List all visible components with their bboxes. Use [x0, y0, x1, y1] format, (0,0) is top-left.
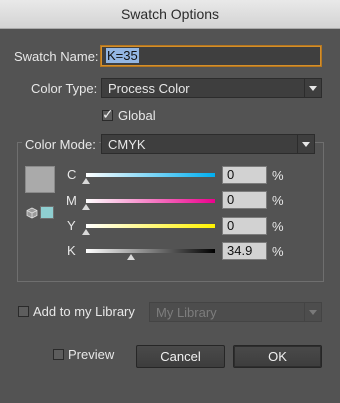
channel-c-slider-thumb[interactable] [82, 178, 90, 184]
channel-m-unit: % [272, 193, 284, 208]
channel-m-slider-track[interactable] [86, 199, 215, 203]
channel-y-slider-thumb[interactable] [82, 229, 90, 235]
swatch-name-input[interactable]: K=35 [101, 46, 321, 66]
preview-label: Preview [68, 347, 115, 362]
channel-y-label: Y [67, 218, 76, 233]
channel-c-slider-track[interactable] [86, 173, 215, 177]
checkmark-icon: ✓ [102, 106, 114, 122]
window-title: Swatch Options [0, 0, 340, 29]
channel-m-slider-thumb[interactable] [82, 204, 90, 210]
channel-m-label: M [66, 193, 77, 208]
channel-y-value[interactable]: 0 [222, 217, 267, 235]
ok-button[interactable]: OK [233, 345, 322, 368]
color-type-dropdown[interactable]: Process Color [101, 78, 322, 98]
color-mode-dropdown[interactable]: CMYK [101, 134, 315, 154]
channel-c-label: C [67, 167, 77, 182]
channel-y-slider-track[interactable] [86, 224, 215, 228]
color-type-label: Color Type: [31, 81, 98, 96]
color-type-value: Process Color [108, 80, 190, 96]
swatch-name-value: K=35 [106, 48, 139, 63]
color-mode-value: CMYK [108, 136, 146, 152]
add-to-library-checkbox[interactable] [18, 306, 29, 317]
channel-c-unit: % [272, 168, 284, 183]
cancel-button[interactable]: Cancel [136, 345, 225, 368]
channel-c-value[interactable]: 0 [222, 166, 267, 184]
channel-y-unit: % [272, 219, 284, 234]
library-dropdown[interactable]: My Library [149, 302, 322, 322]
channel-k-slider-thumb[interactable] [127, 254, 136, 260]
color-mode-group [17, 142, 324, 282]
swatch-name-label: Swatch Name: [14, 49, 99, 64]
channel-m-value[interactable]: 0 [222, 191, 267, 209]
out-of-gamut-cube-icon[interactable] [26, 207, 38, 219]
global-label: Global [118, 108, 156, 123]
channel-k-value[interactable]: 34.9 [222, 242, 267, 260]
channel-k-slider-track[interactable] [86, 249, 215, 253]
out-of-gamut-swatch[interactable] [40, 206, 54, 219]
chevron-down-icon [297, 135, 314, 153]
channel-k-unit: % [272, 244, 284, 259]
chevron-down-icon [304, 79, 321, 97]
library-dropdown-value: My Library [156, 304, 217, 320]
channel-k-label: K [67, 243, 76, 258]
color-mode-label: Color Mode: [22, 137, 99, 152]
add-to-library-label: Add to my Library [33, 304, 135, 319]
preview-checkbox[interactable] [53, 349, 64, 360]
color-preview-swatch [25, 166, 55, 193]
chevron-down-icon [304, 303, 321, 321]
